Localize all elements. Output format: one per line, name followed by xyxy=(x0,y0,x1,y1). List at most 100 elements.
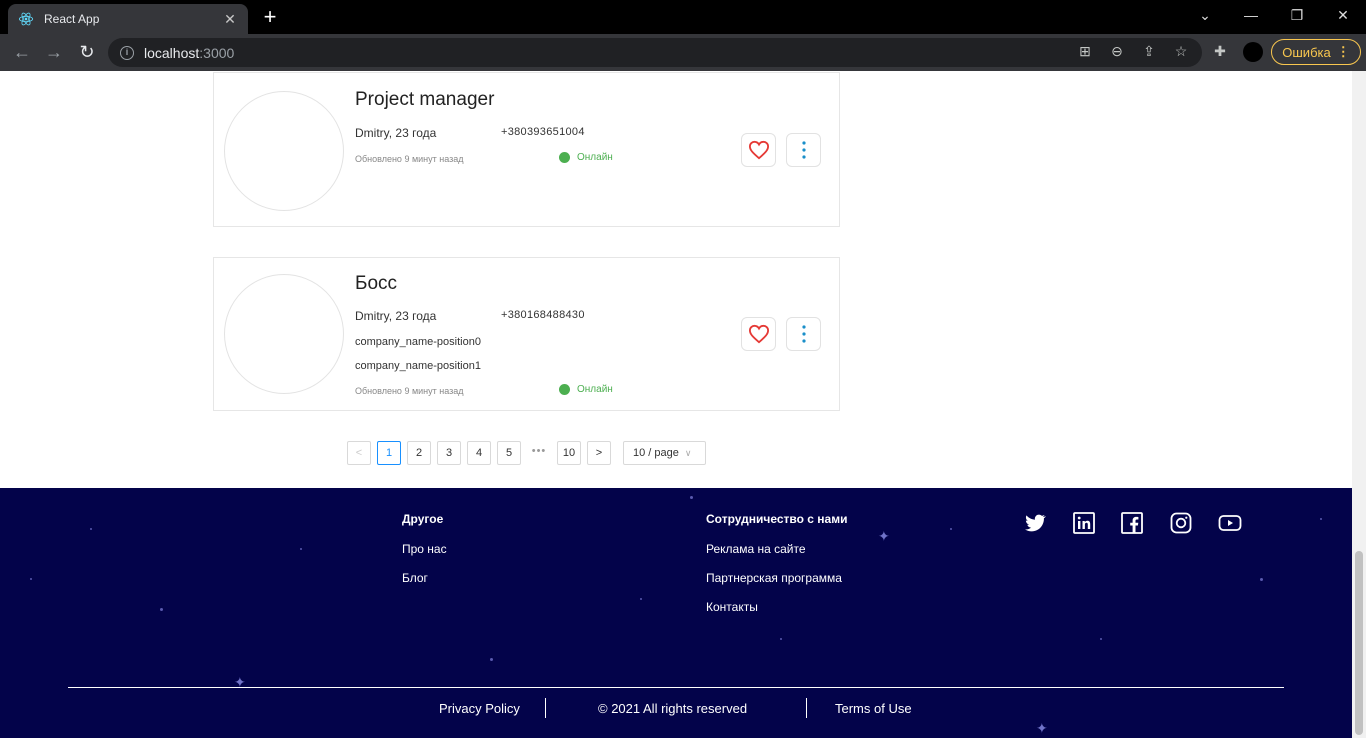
site-footer: ✦ ✦ ✦ Другое Про нас Блог Сотрудничество… xyxy=(0,488,1352,738)
pagination-page-3[interactable]: 3 xyxy=(437,441,461,465)
menu-dots-icon: ⋮ xyxy=(1336,44,1350,59)
browser-tabbar: React App ✕ + ⌄ — ❐ ✕ xyxy=(0,0,1366,34)
url-port: :3000 xyxy=(199,44,235,61)
status-badge: Онлайн xyxy=(559,384,613,395)
back-icon[interactable]: ← xyxy=(10,41,34,65)
pagination-ellipsis[interactable]: ••• xyxy=(527,441,551,465)
online-dot-icon xyxy=(559,152,570,163)
address-bar[interactable]: i localhost:3000 xyxy=(108,38,1202,67)
card-phone: +380168488430 xyxy=(501,309,585,321)
card-title: Босс xyxy=(355,273,398,294)
terms-of-use-link[interactable]: Terms of Use xyxy=(835,701,912,716)
new-tab-icon[interactable]: + xyxy=(258,4,282,30)
star-decoration xyxy=(90,528,92,530)
vacancy-card[interactable]: Босс Dmitry, 23 года +380168488430 compa… xyxy=(213,257,840,411)
star-decoration xyxy=(490,658,493,661)
pagination-page-1[interactable]: 1 xyxy=(377,441,401,465)
pagination-page-4[interactable]: 4 xyxy=(467,441,491,465)
share-icon[interactable]: ⇪ xyxy=(1139,41,1159,61)
translate-icon[interactable]: ⊞ xyxy=(1075,41,1095,61)
heart-icon xyxy=(748,324,769,344)
star-decoration xyxy=(160,608,163,611)
status-label: Онлайн xyxy=(577,152,613,163)
footer-link-blog[interactable]: Блог xyxy=(402,571,428,585)
star-decoration xyxy=(300,548,302,550)
footer-link-contacts[interactable]: Контакты xyxy=(706,600,758,614)
avatar xyxy=(224,274,344,394)
minimize-icon[interactable]: — xyxy=(1228,0,1274,34)
youtube-icon[interactable] xyxy=(1218,511,1242,535)
linkedin-icon[interactable] xyxy=(1072,511,1096,535)
bookmark-star-icon[interactable]: ☆ xyxy=(1171,41,1191,61)
page-content: Project manager Dmitry, 23 года +3803936… xyxy=(0,71,1352,738)
footer-link-about[interactable]: Про нас xyxy=(402,542,447,556)
close-window-icon[interactable]: ✕ xyxy=(1320,0,1366,34)
heart-icon xyxy=(748,140,769,160)
copyright-text: © 2021 All rights reserved xyxy=(598,701,748,716)
star-decoration xyxy=(30,578,32,580)
footer-separator xyxy=(806,698,807,718)
avatar xyxy=(224,91,344,211)
react-icon xyxy=(18,12,34,26)
footer-link-partner[interactable]: Партнерская программа xyxy=(706,571,842,585)
error-button[interactable]: Ошибка ⋮ xyxy=(1271,39,1361,65)
more-button[interactable] xyxy=(786,317,821,351)
pagination-next[interactable]: > xyxy=(587,441,611,465)
star-decoration xyxy=(950,528,952,530)
footer-link-advertising[interactable]: Реклама на сайте xyxy=(706,542,806,556)
tab-close-icon[interactable]: ✕ xyxy=(222,11,238,28)
star-decoration xyxy=(640,598,642,600)
pagination-page-2[interactable]: 2 xyxy=(407,441,431,465)
star-decoration xyxy=(1320,518,1322,520)
pagination-page-5[interactable]: 5 xyxy=(497,441,521,465)
star-decoration xyxy=(1260,578,1263,581)
status-badge: Онлайн xyxy=(559,152,613,163)
footer-separator xyxy=(545,698,546,718)
site-info-icon[interactable]: i xyxy=(120,45,134,60)
card-updated: Обновлено 9 минут назад xyxy=(355,154,464,164)
sparkle-decoration: ✦ xyxy=(234,674,246,690)
forward-icon[interactable]: → xyxy=(42,41,66,65)
restore-icon[interactable]: ❐ xyxy=(1274,0,1320,34)
twitter-icon[interactable] xyxy=(1023,511,1047,535)
status-label: Онлайн xyxy=(577,384,613,395)
sparkle-decoration: ✦ xyxy=(878,528,890,544)
page-size-select[interactable]: 10 / page ∨ xyxy=(623,441,706,465)
sparkle-decoration: ✦ xyxy=(1036,720,1048,736)
pagination-page-10[interactable]: 10 xyxy=(557,441,581,465)
more-vertical-icon xyxy=(801,141,806,159)
footer-heading-cooperation: Сотрудничество с нами xyxy=(706,512,848,526)
more-vertical-icon xyxy=(801,325,806,343)
vacancy-card[interactable]: Project manager Dmitry, 23 года +3803936… xyxy=(213,72,840,227)
error-label: Ошибка xyxy=(1282,44,1331,60)
card-updated: Обновлено 9 минут назад xyxy=(355,386,464,396)
like-button[interactable] xyxy=(741,133,776,167)
card-company: company_name-position0 xyxy=(355,336,481,348)
profile-avatar[interactable] xyxy=(1243,42,1263,62)
zoom-icon[interactable]: ⊖ xyxy=(1107,41,1127,61)
online-dot-icon xyxy=(559,384,570,395)
star-decoration xyxy=(690,496,693,499)
scrollbar-thumb[interactable] xyxy=(1355,551,1363,735)
url-host: localhost xyxy=(144,44,200,61)
page-scrollbar[interactable] xyxy=(1352,71,1366,738)
more-button[interactable] xyxy=(786,133,821,167)
privacy-policy-link[interactable]: Privacy Policy xyxy=(439,701,520,716)
footer-divider xyxy=(68,687,1284,688)
card-name: Dmitry, 23 года xyxy=(355,126,437,140)
extensions-icon[interactable]: ✚ xyxy=(1210,41,1230,61)
browser-toolbar: ← → ↻ i localhost:3000 xyxy=(0,34,1366,71)
star-decoration xyxy=(1100,638,1102,640)
page-size-value: 10 / page xyxy=(633,447,679,459)
card-title: Project manager xyxy=(355,89,495,110)
browser-tab[interactable]: React App ✕ xyxy=(8,4,248,34)
card-name: Dmitry, 23 года xyxy=(355,309,437,323)
like-button[interactable] xyxy=(741,317,776,351)
instagram-icon[interactable] xyxy=(1169,511,1193,535)
reload-icon[interactable]: ↻ xyxy=(75,41,99,65)
chevron-down-icon: ∨ xyxy=(684,447,692,458)
pagination-prev[interactable]: < xyxy=(347,441,371,465)
tab-search-icon[interactable]: ⌄ xyxy=(1182,0,1228,34)
facebook-icon[interactable] xyxy=(1120,511,1144,535)
card-company: company_name-position1 xyxy=(355,360,481,372)
